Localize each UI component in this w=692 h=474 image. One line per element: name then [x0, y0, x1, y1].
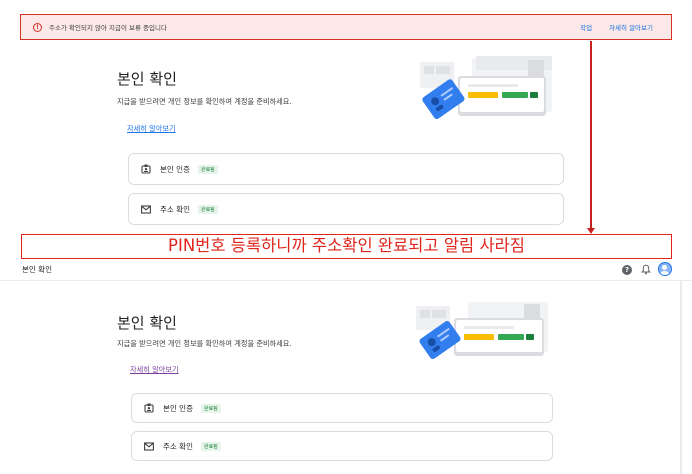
address-verification-label: 주소 확인 [160, 204, 190, 214]
completed-badge: 완료됨 [200, 403, 221, 413]
bell-icon[interactable] [641, 264, 651, 275]
completed-badge: 완료됨 [197, 204, 218, 214]
identity-verification-label: 본인 인증 [160, 164, 190, 174]
mail-icon [143, 440, 155, 452]
warning-icon: ! [33, 22, 42, 32]
completed-badge: 완료됨 [200, 441, 221, 451]
address-verification-label: 주소 확인 [163, 441, 193, 451]
scrollbar-track[interactable] [680, 280, 682, 474]
address-verification-card[interactable]: 주소 확인 완료됨 [131, 431, 553, 461]
identity-verification-card[interactable]: 본인 인증 완료됨 [128, 153, 564, 185]
alert-message: 주소가 확인되지 않아 지급이 보류 중입니다 [49, 24, 167, 32]
learn-more-link[interactable]: 자세히 알아보기 [127, 124, 176, 134]
identity-illustration [420, 56, 552, 119]
help-icon[interactable]: ? [622, 265, 632, 275]
page-title: 본인 확인 [117, 70, 177, 88]
identity-verification-label: 본인 인증 [163, 403, 193, 413]
appbar-title: 본인 확인 [22, 265, 52, 274]
page-title: 본인 확인 [117, 314, 177, 332]
payment-hold-alert: ! 주소가 확인되지 않아 지급이 보류 중입니다 작업 자세히 알아보기 [20, 14, 672, 40]
identity-illustration [416, 302, 548, 359]
address-verification-card[interactable]: 주소 확인 완료됨 [128, 193, 564, 225]
avatar[interactable] [658, 262, 672, 276]
identity-verification-card[interactable]: 본인 인증 완료됨 [131, 393, 553, 423]
page-description: 지급을 받으려면 개인 정보를 확인하여 계정을 준비하세요. [117, 97, 292, 106]
id-badge-icon [140, 163, 152, 175]
learn-more-link[interactable]: 자세히 알아보기 [130, 365, 179, 375]
completed-badge: 완료됨 [197, 164, 218, 174]
appbar-divider [0, 280, 692, 281]
alert-action-link[interactable]: 작업 [580, 22, 592, 32]
id-badge-icon [143, 402, 155, 414]
mail-icon [140, 203, 152, 215]
annotation-arrow-line [590, 41, 592, 230]
page-description: 지급을 받으려면 개인 정보를 확인하여 계정을 준비하세요. [117, 339, 292, 348]
alert-learn-more-link[interactable]: 자세히 알아보기 [609, 22, 653, 32]
annotation-note: PIN번호 등록하니까 주소확인 완료되고 알림 사라짐 [21, 234, 672, 259]
